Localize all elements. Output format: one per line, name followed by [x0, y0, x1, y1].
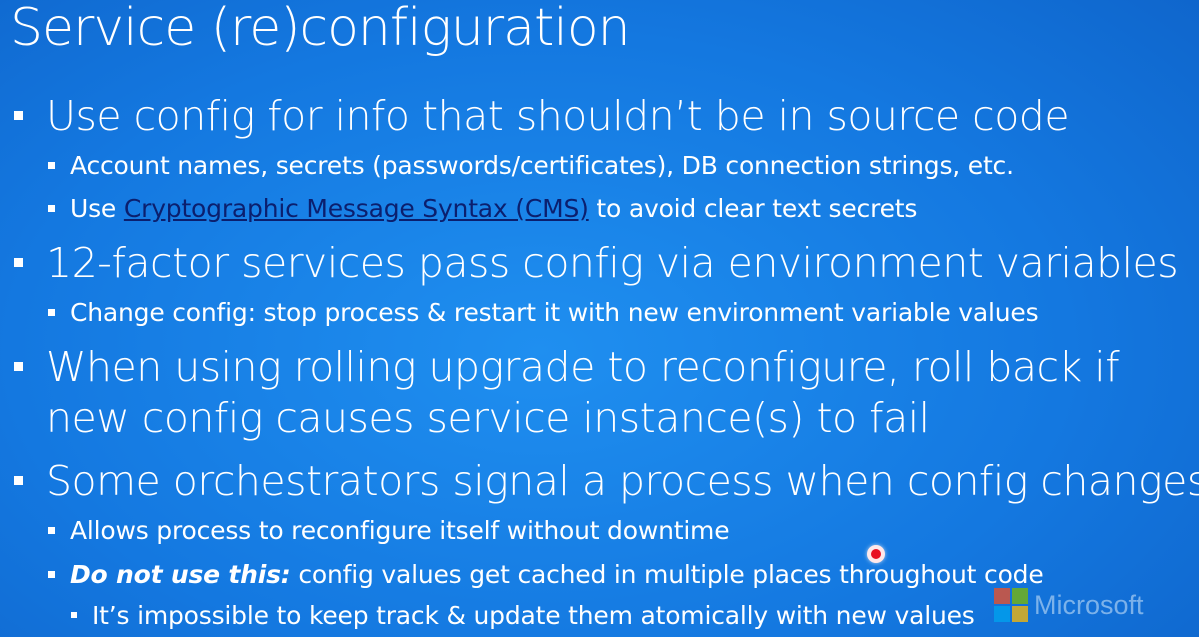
logo-square-green: [1012, 588, 1028, 604]
slide-title: Service (re)configuration: [10, 0, 631, 58]
bullet-config-info: Use config for info that shouldn’t be in…: [14, 91, 1070, 141]
bullet-text: Some orchestrators signal a process when…: [46, 457, 1199, 505]
bullet-text: Account names, secrets (passwords/certif…: [70, 151, 1014, 180]
bullet-text: Change config: stop process & restart it…: [70, 298, 1039, 327]
bullet-text-suffix: to avoid clear text secrets: [588, 194, 918, 223]
microsoft-logo-icon: [994, 588, 1028, 622]
logo-square-blue: [994, 606, 1010, 622]
subbullet-account-names: Account names, secrets (passwords/certif…: [48, 150, 1014, 182]
bullet-text-emphasis: Do not use this:: [70, 560, 291, 589]
bullet-text-line1: When using rolling upgrade to reconfigur…: [46, 343, 1120, 391]
subbullet-use-cms: Use Cryptographic Message Syntax (CMS) t…: [48, 193, 918, 225]
laser-pointer-cursor: [867, 545, 885, 563]
bullet-text: Allows process to reconfigure itself wit…: [70, 516, 730, 545]
bullet-orchestrators-signal: Some orchestrators signal a process when…: [14, 456, 1199, 506]
bullet-marker: [48, 571, 55, 578]
bullet-marker: [71, 612, 77, 618]
logo-square-red: [994, 588, 1010, 604]
bullet-text: Use config for info that shouldn’t be in…: [46, 92, 1070, 140]
subbullet-change-config: Change config: stop process & restart it…: [48, 297, 1039, 329]
bullet-marker: [14, 362, 23, 371]
bullet-rolling-upgrade-cont: new config causes service instance(s) to…: [46, 393, 930, 443]
bullet-text-line2: new config causes service instance(s) to…: [46, 394, 930, 442]
bullet-text: 12-factor services pass config via envir…: [46, 239, 1179, 287]
subbullet-reconfigure-itself: Allows process to reconfigure itself wit…: [48, 515, 730, 547]
subbullet-do-not-use: Do not use this: config values get cache…: [48, 559, 1044, 591]
bullet-marker: [14, 476, 23, 485]
subsubbullet-impossible: It’s impossible to keep track & update t…: [71, 600, 975, 632]
bullet-marker: [14, 111, 23, 120]
bullet-marker: [14, 258, 23, 267]
bullet-rolling-upgrade: When using rolling upgrade to reconfigur…: [14, 342, 1120, 392]
logo-square-yellow: [1012, 606, 1028, 622]
bullet-marker: [48, 309, 55, 316]
bullet-text: config values get cached in multiple pla…: [290, 560, 1044, 589]
bullet-marker: [48, 205, 55, 212]
microsoft-wordmark: Microsoft: [1034, 590, 1144, 620]
bullet-marker: [48, 527, 55, 534]
bullet-marker: [48, 162, 55, 169]
bullet-12-factor: 12-factor services pass config via envir…: [14, 238, 1179, 288]
bullet-text: It’s impossible to keep track & update t…: [92, 601, 975, 630]
cms-link[interactable]: Cryptographic Message Syntax (CMS): [124, 194, 589, 223]
bullet-text-prefix: Use: [70, 194, 124, 223]
